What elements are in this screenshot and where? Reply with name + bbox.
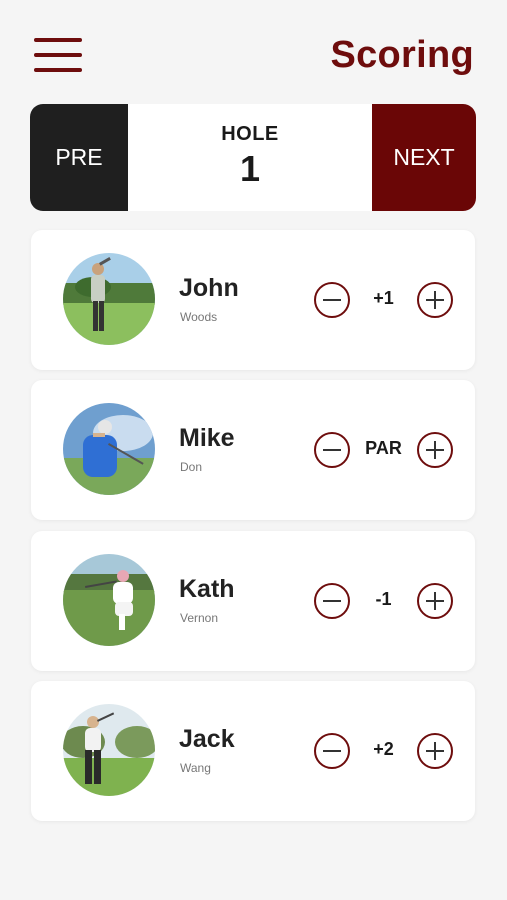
hole-navigation-bar: PRE HOLE 1 NEXT (30, 104, 476, 211)
player-score: +2 (373, 739, 394, 759)
player-last-name: Wang (180, 761, 211, 775)
minus-icon (323, 449, 341, 451)
hole-number: 1 (239, 148, 261, 189)
player-score: +1 (373, 288, 394, 308)
player-last-name: Don (180, 460, 203, 474)
avatar (63, 253, 155, 345)
increase-score-button[interactable] (417, 282, 453, 318)
player-first-name: John (179, 274, 239, 302)
minus-icon (323, 750, 341, 752)
page-title: Scoring (330, 34, 474, 76)
hole-label: HOLE (221, 123, 279, 145)
plus-icon-vertical (434, 592, 436, 610)
player-card: Jack Wang +2 (31, 681, 475, 821)
player-score: PAR (365, 438, 402, 458)
previous-hole-button[interactable]: PRE (30, 104, 128, 211)
player-first-name: Jack (179, 725, 235, 753)
decrease-score-button[interactable] (314, 432, 350, 468)
player-first-name: Kath (179, 575, 235, 603)
plus-icon-vertical (434, 441, 436, 459)
menu-line-bottom (34, 68, 82, 72)
menu-line-top (34, 38, 82, 42)
player-card: Mike Don PAR (31, 380, 475, 520)
player-card: Kath Vernon -1 (31, 531, 475, 671)
player-last-name: Vernon (180, 611, 219, 625)
next-hole-button[interactable]: NEXT (372, 104, 476, 211)
increase-score-button[interactable] (417, 583, 453, 619)
plus-icon-vertical (434, 742, 436, 760)
increase-score-button[interactable] (417, 733, 453, 769)
player-card: John Woods +1 (31, 230, 475, 370)
hole-indicator: HOLE 1 (128, 104, 372, 211)
hamburger-menu-icon[interactable] (34, 38, 82, 74)
player-last-name: Woods (180, 310, 218, 324)
decrease-score-button[interactable] (314, 282, 350, 318)
minus-icon (323, 600, 341, 602)
avatar (63, 704, 155, 796)
decrease-score-button[interactable] (314, 733, 350, 769)
avatar (63, 554, 155, 646)
decrease-score-button[interactable] (314, 583, 350, 619)
player-first-name: Mike (179, 424, 235, 452)
minus-icon (323, 299, 341, 301)
player-score: -1 (375, 589, 392, 609)
avatar (63, 403, 155, 495)
menu-line-middle (34, 53, 82, 57)
plus-icon-vertical (434, 291, 436, 309)
increase-score-button[interactable] (417, 432, 453, 468)
